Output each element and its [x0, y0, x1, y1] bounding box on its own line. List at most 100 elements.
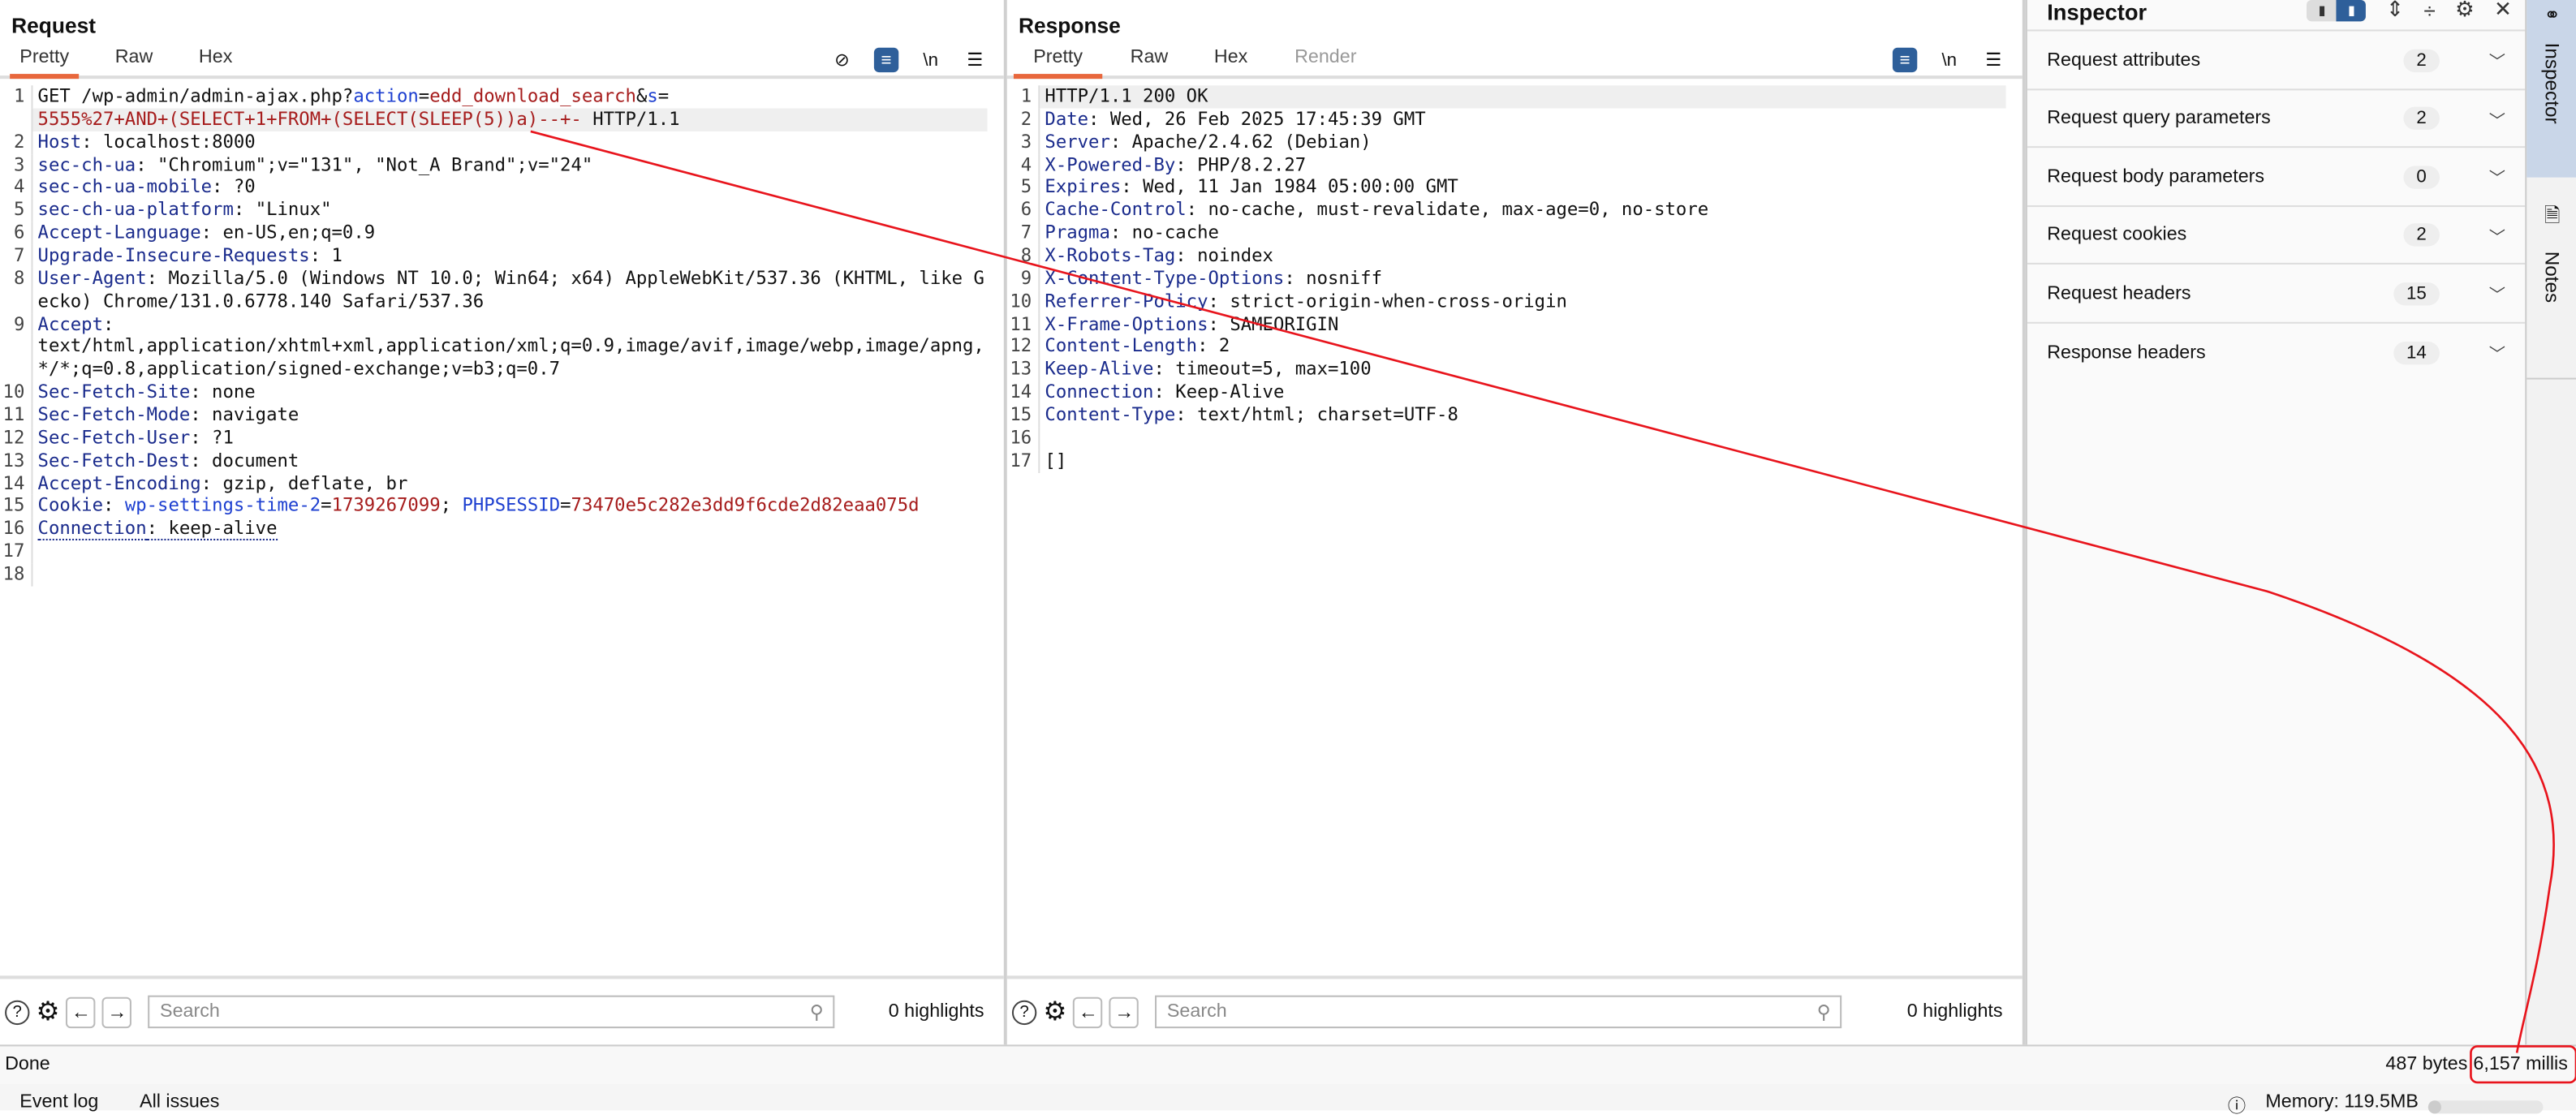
- line-number: 1: [0, 85, 33, 109]
- chevron-down-icon[interactable]: ﹀: [2489, 282, 2505, 306]
- tab-raw[interactable]: Raw: [1121, 48, 1178, 75]
- line-text: Cache-Control: no-cache, must-revalidate…: [1040, 200, 2005, 222]
- previous-arrow-icon[interactable]: ←: [66, 996, 97, 1028]
- code-line: 8 User-Agent: Mozilla/5.0 (Windows NT 10.…: [0, 267, 1004, 313]
- count-badge: 2: [2403, 106, 2440, 131]
- line-text: HTTP/1.1 200 OK: [1040, 85, 2006, 109]
- menu-icon[interactable]: ☰: [963, 48, 987, 72]
- request-search-bar: ? ⚙ ← → Search ⚲ 0 highlights: [0, 975, 1004, 1044]
- settings-gear-icon[interactable]: ⚙: [37, 996, 60, 1028]
- newline-icon[interactable]: \n: [1937, 48, 1962, 72]
- tab-hex[interactable]: Hex: [189, 48, 243, 75]
- layout-right-icon[interactable]: ▮: [2337, 0, 2367, 21]
- header-name: Host: [37, 131, 82, 153]
- side-tab-notes[interactable]: 🗎 Notes: [2526, 197, 2576, 380]
- tab-hex[interactable]: Hex: [1204, 48, 1258, 75]
- inspector-section[interactable]: Response headers 14 ﹀: [2027, 321, 2526, 381]
- wrap-lines-icon[interactable]: ≡: [1892, 47, 1918, 73]
- hide-eye-icon[interactable]: ⊘: [829, 48, 854, 72]
- inspector-section[interactable]: Request query parameters 2 ﹀: [2027, 88, 2526, 147]
- tab-raw[interactable]: Raw: [106, 48, 163, 75]
- line-text: Date: Wed, 26 Feb 2025 17:45:39 GMT: [1040, 108, 2005, 131]
- token: =: [418, 85, 430, 107]
- layout-left-icon[interactable]: ▮: [2307, 0, 2337, 20]
- chevron-down-icon[interactable]: ﹀: [2489, 165, 2505, 189]
- inspector-section[interactable]: Request body parameters 0 ﹀: [2027, 146, 2526, 206]
- tab-pretty[interactable]: Pretty: [10, 48, 80, 80]
- request-search-input[interactable]: Search ⚲: [148, 995, 836, 1029]
- token: : en-US,en;q=0.9: [200, 222, 376, 243]
- code-line: 4 sec-ch-ua-mobile: ?0: [0, 176, 1004, 200]
- menu-icon[interactable]: ☰: [1981, 48, 2005, 72]
- response-search-input[interactable]: Search ⚲: [1155, 995, 1842, 1029]
- newline-icon[interactable]: \n: [919, 48, 943, 72]
- line-number: 13: [0, 450, 33, 473]
- line-number: 16: [0, 518, 33, 541]
- token: : ?0: [212, 176, 256, 198]
- code-line: 15 Content-Type: text/html; charset=UTF-8: [1007, 404, 2022, 428]
- line-text: X-Frame-Options: SAMEORIGIN: [1040, 313, 2005, 336]
- next-arrow-icon[interactable]: →: [1109, 996, 1139, 1028]
- inspector-section[interactable]: Request attributes 2 ﹀: [2027, 29, 2526, 88]
- code-line: 16 Connection: keep-alive: [0, 518, 1004, 541]
- token: HTTP/1.1: [581, 108, 680, 130]
- wrap-lines-icon[interactable]: ≡: [873, 47, 899, 73]
- close-icon[interactable]: ✕: [2494, 0, 2512, 23]
- token: =: [321, 495, 332, 517]
- inspector-section[interactable]: Request headers 15 ﹀: [2027, 263, 2526, 323]
- line-number: 4: [0, 176, 33, 200]
- side-tab-inspector[interactable]: ⚭ Inspector: [2526, 0, 2576, 178]
- section-label: Request query parameters: [2047, 108, 2271, 129]
- next-arrow-icon[interactable]: →: [102, 996, 132, 1028]
- header-name: Upgrade-Insecure-Requests: [37, 244, 310, 266]
- bottom-bar: Event log All issues ⓘ Memory: 119.5MB: [0, 1083, 2576, 1117]
- line-number: [0, 335, 33, 381]
- expand-all-icon[interactable]: ⇕: [2386, 0, 2404, 23]
- chevron-down-icon[interactable]: ﹀: [2489, 106, 2505, 131]
- previous-arrow-icon[interactable]: ←: [1073, 996, 1103, 1028]
- help-icon[interactable]: ?: [1011, 999, 1037, 1025]
- line-text: Server: Apache/2.4.62 (Debian): [1040, 131, 2005, 153]
- chevron-down-icon[interactable]: ﹀: [2489, 340, 2505, 364]
- line-text: Cookie: wp-settings-time-2=1739267099; P…: [32, 495, 987, 518]
- settings-gear-icon[interactable]: ⚙: [2455, 0, 2475, 23]
- token: text/html,application/xhtml+xml,applicat…: [37, 335, 984, 381]
- line-number: 3: [1007, 131, 1040, 154]
- help-icon[interactable]: ?: [5, 999, 30, 1025]
- token: :: [103, 495, 125, 517]
- line-number: 11: [1007, 312, 1040, 336]
- code-line: 11 X-Frame-Options: SAMEORIGIN: [1007, 312, 2022, 336]
- code-line: 2 Date: Wed, 26 Feb 2025 17:45:39 GMT: [1007, 108, 2022, 131]
- event-log-tab[interactable]: Event log: [19, 1092, 98, 1112]
- line-text: Referrer-Policy: strict-origin-when-cros…: [1040, 291, 2005, 313]
- token: =: [560, 495, 571, 517]
- section-label: Request headers: [2047, 283, 2191, 304]
- line-number: 12: [1007, 335, 1040, 359]
- header-name: Sec-Fetch-Dest: [37, 450, 191, 471]
- status-text: Done: [5, 1054, 50, 1074]
- inspector-layout-toggle[interactable]: ▮ ▮: [2307, 0, 2367, 21]
- all-issues-tab[interactable]: All issues: [140, 1092, 219, 1112]
- token: : Apache/2.4.62 (Debian): [1109, 131, 1372, 153]
- tab-pretty[interactable]: Pretty: [1013, 48, 1103, 80]
- collapse-all-icon[interactable]: ÷: [2423, 0, 2435, 22]
- token: edd_download_search: [429, 85, 636, 107]
- line-text: sec-ch-ua: "Chromium";v="131", "Not_A Br…: [32, 153, 987, 176]
- count-badge: 0: [2403, 165, 2440, 189]
- response-pane: Response Pretty Raw Hex Render ≡ \n ☰ 1H…: [1006, 0, 2026, 1045]
- chevron-down-icon[interactable]: ﹀: [2489, 48, 2505, 72]
- inspector-section[interactable]: Request cookies 2 ﹀: [2027, 204, 2526, 265]
- line-number: 9: [0, 312, 33, 336]
- line-number: 14: [1007, 381, 1040, 405]
- response-editor[interactable]: 1 HTTP/1.1 200 OK 2 Date: Wed, 26 Feb 2025 …: [1007, 85, 2022, 473]
- token: : PHP/8.2.27: [1175, 153, 1307, 175]
- chevron-down-icon[interactable]: ﹀: [2489, 223, 2505, 247]
- token: : localhost:8000: [81, 131, 256, 153]
- settings-gear-icon[interactable]: ⚙: [1043, 996, 1066, 1028]
- tab-render[interactable]: Render: [1285, 48, 1367, 75]
- request-editor[interactable]: 1 GET /wp-admin/admin-ajax.php?action=edd…: [0, 85, 1004, 587]
- token: : 1: [309, 244, 342, 266]
- highlights-count: 0 highlights: [888, 1001, 984, 1022]
- response-search-bar: ? ⚙ ← → Search ⚲ 0 highlights: [1006, 975, 2022, 1044]
- code-line: 4 X-Powered-By: PHP/8.2.27: [1007, 153, 2022, 177]
